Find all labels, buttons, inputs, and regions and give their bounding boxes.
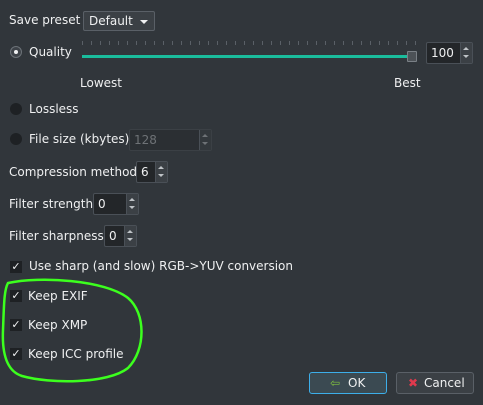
- quality-slider[interactable]: [82, 55, 417, 58]
- quality-slider-ticks: [82, 41, 417, 45]
- arrow-down-icon: [127, 238, 133, 241]
- arrow-down-icon: [129, 206, 135, 209]
- quality-max-label: Best: [394, 76, 421, 90]
- cancel-button[interactable]: ✖ Cancel: [396, 372, 474, 394]
- chevron-down-icon: [140, 20, 148, 24]
- arrow-up-icon: [202, 134, 208, 137]
- filter-sharpness-spin-buttons[interactable]: [124, 226, 136, 246]
- compression-method-spin-buttons[interactable]: [155, 162, 167, 182]
- keep-icc-label: Keep ICC profile: [28, 347, 124, 361]
- filter-strength-label: Filter strength: [9, 197, 94, 211]
- ok-label: OK: [348, 376, 366, 390]
- compression-method-spinbox[interactable]: 6: [136, 161, 168, 183]
- arrow-down-icon: [202, 142, 208, 145]
- keep-exif-label: Keep EXIF: [28, 289, 88, 303]
- quality-value: 100: [431, 46, 454, 60]
- arrow-up-icon: [158, 166, 164, 169]
- filter-strength-value: 0: [98, 197, 106, 211]
- compression-method-label: Compression method: [9, 165, 138, 179]
- file-size-spin-buttons[interactable]: [199, 130, 211, 150]
- filter-strength-spin-buttons[interactable]: [126, 194, 138, 214]
- filter-strength-spinbox[interactable]: 0: [93, 193, 139, 215]
- quality-slider-handle[interactable]: [407, 51, 417, 62]
- keep-icc-checkbox[interactable]: ✓: [10, 348, 22, 360]
- lossless-radio[interactable]: [10, 103, 22, 115]
- ok-icon: ⇦: [330, 376, 341, 390]
- keep-xmp-label: Keep XMP: [28, 318, 88, 332]
- filter-sharpness-spinbox[interactable]: 0: [104, 225, 137, 247]
- sharp-yuv-checkbox[interactable]: ✓: [10, 261, 22, 273]
- compression-method-value: 6: [141, 165, 149, 179]
- quality-label: Quality: [29, 45, 72, 59]
- keep-exif-checkbox[interactable]: ✓: [10, 290, 22, 302]
- lossless-label: Lossless: [29, 102, 79, 116]
- quality-min-label: Lowest: [80, 76, 122, 90]
- file-size-radio[interactable]: [10, 133, 22, 145]
- save-preset-value: Default: [89, 14, 133, 28]
- arrow-down-icon: [158, 174, 164, 177]
- arrow-down-icon: [463, 55, 469, 58]
- save-preset-label: Save preset: [9, 13, 81, 27]
- quality-spin-buttons[interactable]: [460, 43, 472, 63]
- quality-radio[interactable]: [10, 46, 22, 58]
- arrow-up-icon: [463, 47, 469, 50]
- arrow-up-icon: [129, 198, 135, 201]
- keep-xmp-checkbox[interactable]: ✓: [10, 319, 22, 331]
- cancel-icon: ✖: [408, 376, 419, 390]
- filter-sharpness-value: 0: [109, 229, 117, 243]
- sharp-yuv-label: Use sharp (and slow) RGB->YUV conversion: [29, 259, 294, 273]
- file-size-label: File size (kbytes): [29, 132, 130, 146]
- file-size-spinbox[interactable]: 128: [129, 129, 212, 151]
- file-size-value: 128: [134, 133, 157, 147]
- save-preset-dropdown[interactable]: Default: [83, 11, 155, 31]
- filter-sharpness-label: Filter sharpness: [9, 229, 104, 243]
- arrow-up-icon: [127, 230, 133, 233]
- ok-button[interactable]: ⇦ OK: [309, 372, 387, 394]
- cancel-label: Cancel: [424, 376, 465, 390]
- quality-spinbox[interactable]: 100: [426, 42, 473, 64]
